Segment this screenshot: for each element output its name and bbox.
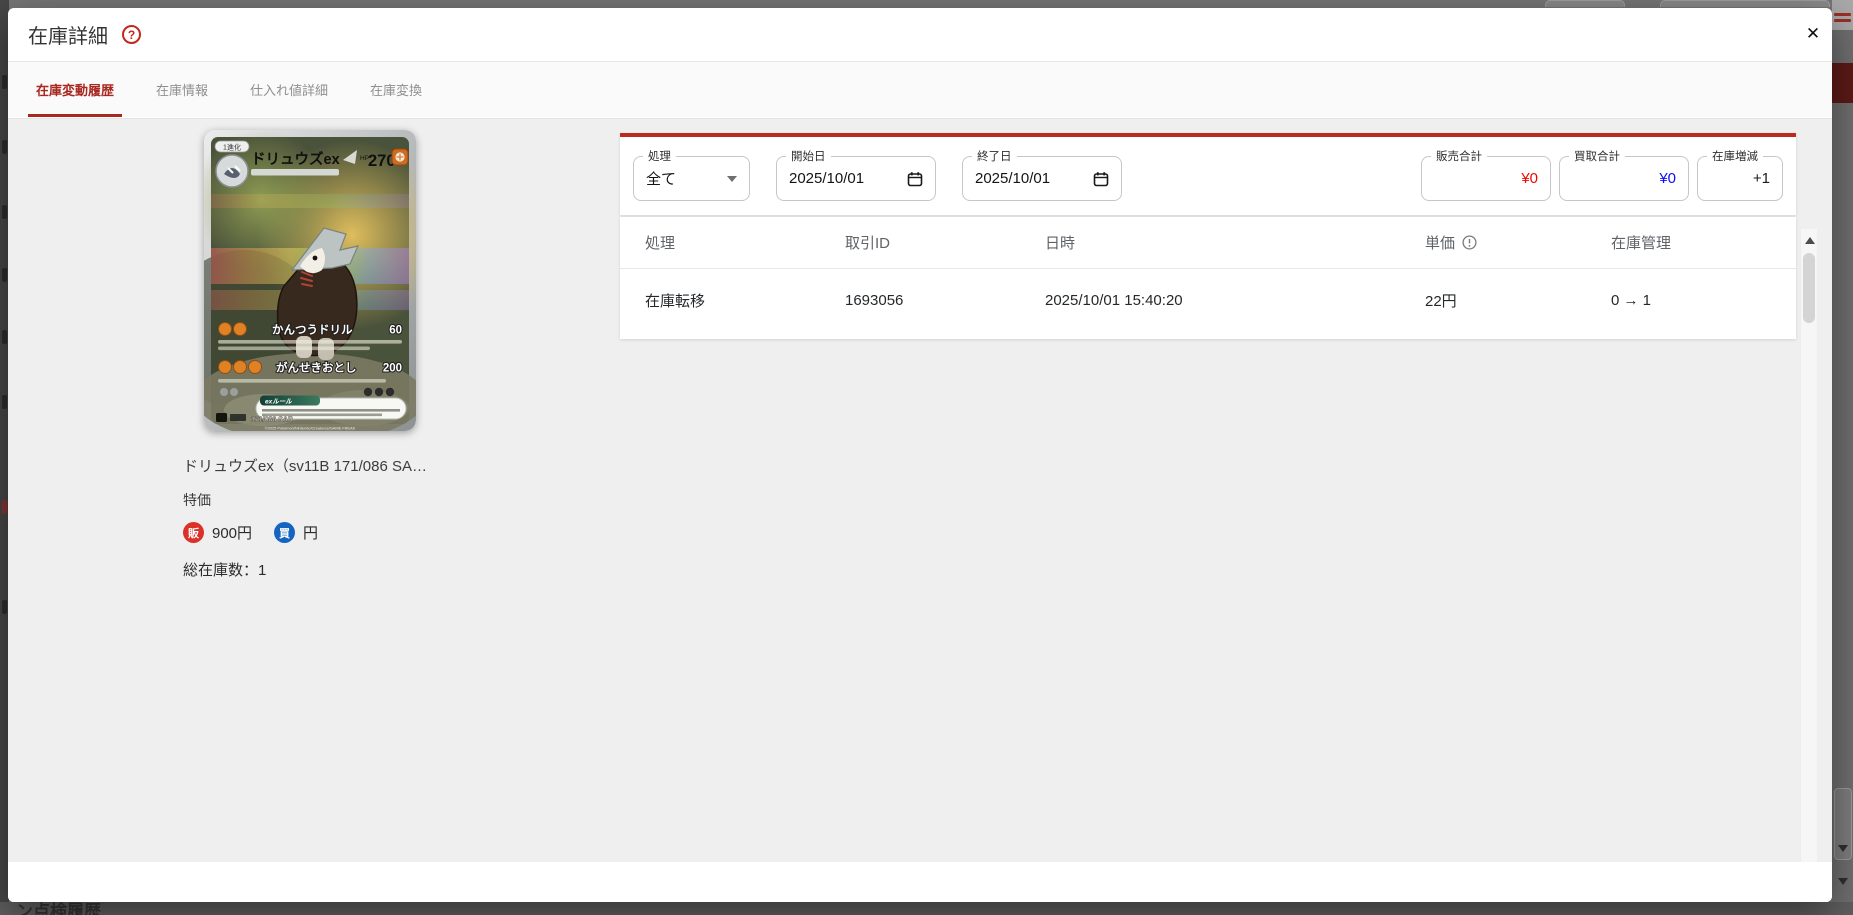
cell-transaction-id: 1693056 [845,291,904,309]
help-icon[interactable]: ? [122,25,141,44]
tab-bar: 在庫変動履歴 在庫情報 仕入れ値詳細 在庫変換 [8,61,1832,117]
purchase-total-label: 買取合計 [1569,148,1625,164]
scrollbar-thumb[interactable] [1803,253,1815,323]
start-date-label: 開始日 [786,148,831,164]
scroll-up-icon[interactable] [1801,231,1818,249]
sales-total-box: 販売合計 ¥0 [1421,148,1551,201]
card-name: ドリュウズex（sv11B 171/086 SA… [183,458,427,475]
history-table: 処理 取引ID 日時 単価 在庫管理 在庫転移 1693056 2025/10/… [620,217,1796,339]
history-panel: 処理 全て 開始日 2025/10/01 終了日 2025/10/01 販売合計… [620,133,1796,339]
tab-stock-info[interactable]: 在庫情報 [148,62,216,117]
card-artwork: 1進化 ドリュウズex HP 270 かんつうドリル 60 がんせきおとし 20… [204,130,416,431]
modal-header: 在庫詳細 ? ✕ [8,8,1832,61]
calendar-icon[interactable] [907,171,923,187]
end-date-value: 2025/10/01 [975,170,1051,187]
background-bottom-strip: ン点検履歴 [0,902,1853,915]
filter-bar: 処理 全て 開始日 2025/10/01 終了日 2025/10/01 販売合計… [620,133,1796,215]
attack1-name: かんつうドリル [272,324,353,337]
stock-change-box: 在庫増減 +1 [1697,148,1783,201]
stock-change-value: +1 [1752,170,1770,187]
start-date-value: 2025/10/01 [789,170,865,187]
attack2-damage: 200 [383,363,402,375]
purchase-total-value: ¥0 [1659,170,1676,187]
attack1-damage: 60 [389,325,402,337]
card-image: 1進化 ドリュウズex HP 270 かんつうドリル 60 がんせきおとし 20… [204,130,416,431]
scrollbar[interactable] [1800,229,1817,862]
card-grade-label: 特価 [183,492,211,508]
background-right-strip [1832,0,1853,915]
total-stock: 総在庫数：1 [183,562,267,579]
cell-datetime: 2025/10/01 15:40:20 [1045,291,1183,309]
header-unit-price: 単価 [1425,235,1456,252]
process-filter-label: 処理 [643,148,676,164]
tab-stock-convert[interactable]: 在庫変換 [362,62,430,117]
calendar-icon[interactable] [1093,171,1109,187]
card-number: 171/086 SAR [251,417,293,424]
info-icon[interactable] [1462,235,1477,250]
card-hp-value: 270 [368,152,396,170]
end-date-label: 終了日 [972,148,1017,164]
header-datetime: 日時 [1045,235,1076,252]
sell-price: 900円 [212,525,253,542]
header-process: 処理 [645,235,676,252]
page-title: 在庫詳細 [28,26,108,48]
header-stock-management: 在庫管理 [1611,235,1672,252]
sales-total-value: ¥0 [1521,170,1538,187]
header-transaction-id: 取引ID [845,235,891,252]
stock-change-label: 在庫増減 [1707,148,1763,164]
modal-footer [8,862,1832,902]
table-row: 在庫転移 1693056 2025/10/01 15:40:20 22円 0 →… [620,269,1796,331]
sales-total-label: 販売合計 [1431,148,1487,164]
card-stage-label: 1進化 [223,143,241,152]
inventory-detail-modal: 在庫詳細 ? ✕ 在庫変動履歴 在庫情報 仕入れ値詳細 在庫変換 1進化 ドリュ… [8,8,1832,902]
tab-purchase-price-detail[interactable]: 仕入れ値詳細 [242,62,336,117]
process-filter-value: 全て [646,171,677,188]
price-row: 販 900円 買 円 [183,522,318,543]
sell-badge-icon: 販 [183,522,204,543]
buy-price: 円 [303,525,319,542]
background-input-fragment [1545,0,1625,7]
content-area: 1進化 ドリュウズex HP 270 かんつうドリル 60 がんせきおとし 20… [8,118,1832,862]
cell-process: 在庫転移 [645,292,706,310]
card-copyright: ©2025 Pokémon/Nintendo/Creatures/GAME FR… [265,426,356,431]
attack2-name: がんせきおとし [276,361,357,375]
cell-stock-change: 0 → 1 [1611,291,1652,309]
background-input-fragment [1660,0,1830,7]
tab-stock-history[interactable]: 在庫変動履歴 [28,62,123,117]
start-date-input[interactable]: 開始日 2025/10/01 [776,148,936,201]
end-date-input[interactable]: 終了日 2025/10/01 [962,148,1122,201]
buy-badge-icon: 買 [274,522,296,543]
close-icon[interactable]: ✕ [1800,21,1826,47]
process-filter-select[interactable]: 処理 全て [633,148,750,201]
purchase-total-box: 買取合計 ¥0 [1559,148,1689,201]
table-header: 処理 取引ID 日時 単価 在庫管理 [620,217,1796,269]
cell-unit-price: 22円 [1425,292,1457,310]
ex-rule-label: exルール [265,398,292,406]
chevron-down-icon [727,175,737,182]
card-name-title: ドリュウズex [251,150,340,168]
